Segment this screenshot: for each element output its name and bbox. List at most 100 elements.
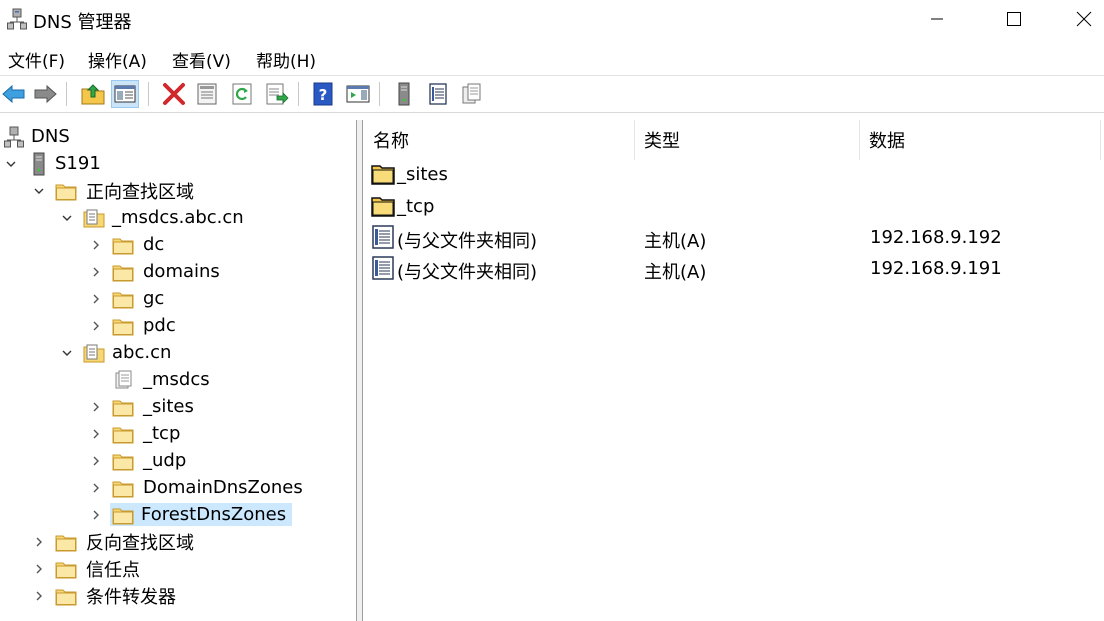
zone-records-icon bbox=[429, 83, 447, 105]
tree-node-domains[interactable]: domains bbox=[89, 259, 223, 284]
delegation-icon bbox=[112, 370, 134, 390]
menu-file[interactable]: 文件(F) bbox=[8, 47, 65, 72]
tree-node-server[interactable]: S191 bbox=[4, 151, 104, 176]
action-pane-button[interactable] bbox=[344, 80, 372, 108]
row-name: _sites bbox=[397, 164, 448, 185]
folder-icon bbox=[371, 194, 395, 218]
tree-label: dc bbox=[143, 234, 165, 255]
record-icon bbox=[371, 256, 395, 280]
dns-server-icon bbox=[7, 8, 27, 30]
tree-node-trust-points[interactable]: 信任点 bbox=[32, 556, 143, 581]
toolbar: ? bbox=[0, 78, 1104, 112]
tree-node-tcp[interactable]: _tcp bbox=[89, 421, 183, 446]
folder-icon bbox=[112, 424, 134, 444]
menu-help[interactable]: 帮助(H) bbox=[256, 47, 316, 72]
folder-icon bbox=[55, 532, 77, 552]
properties-icon bbox=[197, 83, 217, 105]
refresh-button[interactable] bbox=[228, 80, 256, 108]
tree-label: _msdcs.abc.cn bbox=[112, 207, 244, 228]
minimize-button[interactable] bbox=[904, 0, 970, 38]
folder-icon bbox=[112, 505, 134, 525]
tree-node-gc[interactable]: gc bbox=[89, 286, 167, 311]
toolbar-divider bbox=[0, 112, 1104, 113]
list-row[interactable]: (与父文件夹相同) 主机(A) 192.168.9.191 bbox=[364, 254, 1104, 284]
chevron-down-icon[interactable] bbox=[32, 184, 46, 198]
folder-icon bbox=[112, 235, 134, 255]
minimize-icon bbox=[931, 18, 943, 20]
title-bar: DNS 管理器 bbox=[0, 0, 1104, 38]
chevron-down-icon[interactable] bbox=[4, 157, 18, 171]
tree-label: _tcp bbox=[143, 423, 181, 444]
menu-view[interactable]: 查看(V) bbox=[172, 47, 231, 72]
menu-action[interactable]: 操作(A) bbox=[88, 47, 147, 72]
server-button[interactable] bbox=[390, 80, 418, 108]
column-header-data[interactable]: 数据 bbox=[860, 120, 1100, 160]
tree-node-msdcs-delegation[interactable]: _msdcs bbox=[112, 367, 213, 392]
chevron-right-icon[interactable] bbox=[89, 265, 103, 279]
close-button[interactable] bbox=[1051, 0, 1104, 38]
show-hide-tree-button[interactable] bbox=[111, 80, 139, 108]
chevron-right-icon[interactable] bbox=[89, 427, 103, 441]
row-data: 192.168.9.192 bbox=[870, 227, 1002, 248]
tree-label: abc.cn bbox=[112, 342, 172, 363]
column-divider[interactable] bbox=[1100, 120, 1101, 160]
tree-node-reverse-zones[interactable]: 反向查找区域 bbox=[32, 529, 197, 554]
column-header-name[interactable]: 名称 bbox=[364, 120, 635, 160]
delete-button[interactable] bbox=[160, 80, 188, 108]
list-row[interactable]: (与父文件夹相同) 主机(A) 192.168.9.192 bbox=[364, 223, 1104, 253]
tree-node-zone-msdcs[interactable]: _msdcs.abc.cn bbox=[60, 205, 247, 230]
tree-node-sites[interactable]: _sites bbox=[89, 394, 197, 419]
forward-arrow-icon bbox=[34, 84, 57, 104]
folder-icon bbox=[112, 262, 134, 282]
folder-icon bbox=[112, 451, 134, 471]
back-button[interactable] bbox=[0, 80, 28, 108]
chevron-right-icon[interactable] bbox=[89, 508, 103, 522]
export-list-icon bbox=[266, 83, 289, 105]
tree-node-dc[interactable]: dc bbox=[89, 232, 167, 257]
tree-label: DomainDnsZones bbox=[143, 477, 303, 498]
properties-button[interactable] bbox=[193, 80, 221, 108]
row-name: (与父文件夹相同) bbox=[397, 262, 538, 283]
tree-label: 条件转发器 bbox=[86, 586, 176, 608]
chevron-right-icon[interactable] bbox=[32, 589, 46, 603]
row-type: 主机(A) bbox=[644, 231, 707, 252]
chevron-right-icon[interactable] bbox=[89, 319, 103, 333]
help-button[interactable]: ? bbox=[309, 80, 337, 108]
tree-node-dns[interactable]: DNS bbox=[4, 124, 73, 149]
chevron-right-icon[interactable] bbox=[89, 400, 103, 414]
tree-node-pdc[interactable]: pdc bbox=[89, 313, 179, 338]
chevron-right-icon[interactable] bbox=[89, 238, 103, 252]
tree-node-domain-dns-zones[interactable]: DomainDnsZones bbox=[89, 475, 306, 500]
chevron-right-icon[interactable] bbox=[89, 454, 103, 468]
tree-label: 正向查找区域 bbox=[86, 181, 194, 203]
forward-button[interactable] bbox=[31, 80, 59, 108]
pane-splitter[interactable] bbox=[356, 120, 363, 621]
chevron-right-icon[interactable] bbox=[89, 481, 103, 495]
chevron-right-icon[interactable] bbox=[32, 562, 46, 576]
tree-node-forward-zones[interactable]: 正向查找区域 bbox=[32, 178, 197, 203]
export-list-button[interactable] bbox=[263, 80, 291, 108]
refresh-icon bbox=[232, 83, 252, 105]
list-row[interactable]: _sites bbox=[364, 160, 1104, 190]
maximize-button[interactable] bbox=[981, 0, 1047, 38]
toolbar-separator bbox=[379, 82, 380, 106]
tree-node-conditional-forwarders[interactable]: 条件转发器 bbox=[32, 583, 179, 608]
maximize-icon bbox=[1007, 12, 1021, 26]
toolbar-separator bbox=[148, 82, 149, 106]
folder-icon bbox=[112, 397, 134, 417]
tree-label: pdc bbox=[143, 315, 176, 336]
tree-node-zone-abc[interactable]: abc.cn bbox=[60, 340, 174, 365]
tree-node-forest-dns-zones[interactable]: ForestDnsZones bbox=[89, 502, 293, 527]
tree-label: _msdcs bbox=[143, 369, 210, 390]
chevron-right-icon[interactable] bbox=[32, 535, 46, 549]
column-header-type[interactable]: 类型 bbox=[635, 120, 860, 160]
list-row[interactable]: _tcp bbox=[364, 192, 1104, 222]
chevron-down-icon[interactable] bbox=[60, 346, 74, 360]
tree-node-udp[interactable]: _udp bbox=[89, 448, 189, 473]
chevron-right-icon[interactable] bbox=[89, 292, 103, 306]
list-pane: 名称 类型 数据 _sites _tcp (与父文件夹相同) 主机(A) 192… bbox=[364, 120, 1104, 621]
zone-records-button[interactable] bbox=[424, 80, 452, 108]
copy-button[interactable] bbox=[458, 80, 486, 108]
up-level-button[interactable] bbox=[79, 80, 107, 108]
chevron-down-icon[interactable] bbox=[60, 211, 74, 225]
